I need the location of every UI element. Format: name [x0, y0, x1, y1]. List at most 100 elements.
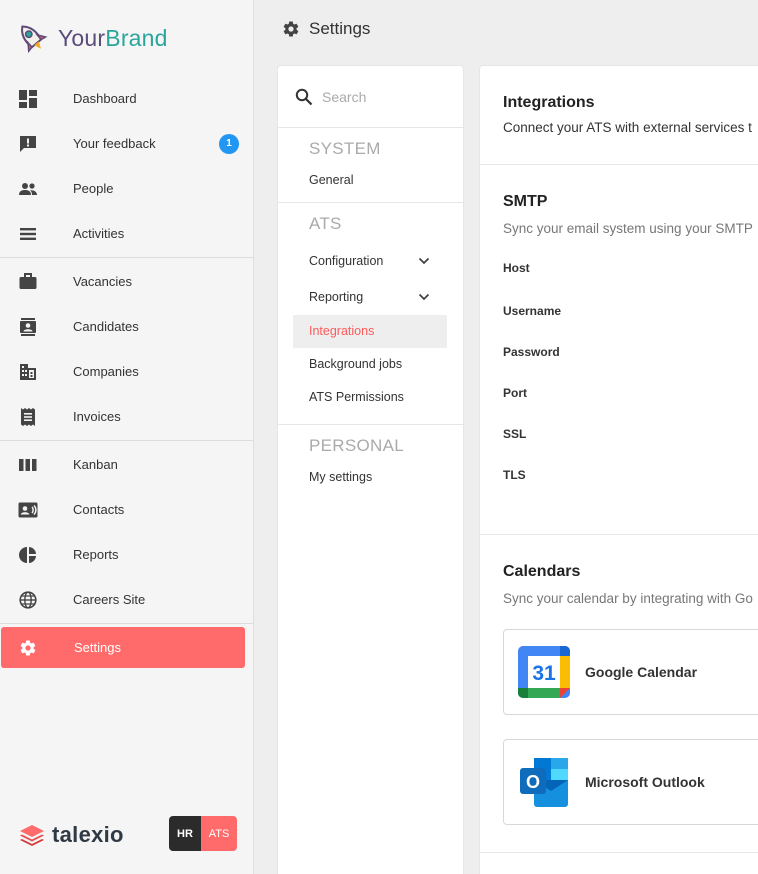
- settings-search: [278, 66, 463, 128]
- menu-link-general[interactable]: General: [278, 168, 463, 192]
- product-switcher[interactable]: HR ATS: [169, 816, 237, 851]
- nav-label-invoices: Invoices: [73, 409, 121, 424]
- page-header: Settings: [254, 0, 758, 58]
- people-icon: [18, 179, 38, 199]
- nav-label-candidates: Candidates: [73, 319, 139, 334]
- menu-link-reporting[interactable]: Reporting: [278, 279, 463, 315]
- brand-name: YourBrand: [58, 25, 168, 52]
- smtp-field-username: Username: [503, 304, 562, 318]
- nav-label-careers: Careers Site: [73, 592, 146, 607]
- nav-item-settings[interactable]: Settings: [1, 627, 245, 668]
- menu-link-ats-permissions[interactable]: ATS Permissions: [278, 381, 463, 414]
- menu-section-title-personal: PERSONAL: [309, 436, 404, 455]
- nav-item-careers[interactable]: Careers Site: [0, 577, 253, 622]
- google-calendar-name: Google Calendar: [585, 664, 698, 680]
- briefcase-icon: [18, 272, 38, 292]
- menu-link-integrations[interactable]: Integrations: [293, 315, 447, 348]
- nav-item-reports[interactable]: Reports: [0, 532, 253, 577]
- activities-icon: [18, 224, 38, 244]
- gear-icon: [283, 21, 299, 37]
- nav-label-contacts: Contacts: [73, 502, 125, 517]
- nav-label-people: People: [73, 181, 114, 196]
- menu-section-ats: ATS Configuration Reporting Integrations…: [278, 203, 463, 425]
- menu-link-label: Configuration: [309, 254, 384, 268]
- invoice-icon: [18, 407, 38, 427]
- search-input[interactable]: [322, 88, 442, 105]
- integrations-header: Integrations Connect your ATS with exter…: [480, 66, 758, 165]
- search-icon: [295, 88, 313, 105]
- microsoft-outlook-card[interactable]: O Microsoft Outlook: [503, 739, 758, 825]
- integrations-title: Integrations: [503, 94, 595, 111]
- dashboard-icon: [18, 89, 38, 109]
- smtp-field-tls: TLS: [503, 468, 526, 482]
- globe-icon: [18, 590, 38, 610]
- main-nav: Dashboard Your feedback 1 People Activit…: [0, 76, 253, 668]
- smtp-field-password: Password: [503, 345, 560, 359]
- talexio-name: talexio: [52, 822, 124, 847]
- talexio-logo[interactable]: talexio: [18, 822, 124, 848]
- smtp-field-ssl: SSL: [503, 427, 527, 441]
- nav-item-people[interactable]: People: [0, 166, 253, 211]
- nav-label-reports: Reports: [73, 547, 119, 562]
- brand-logo[interactable]: YourBrand: [14, 20, 168, 56]
- brand-name-brand: Brand: [105, 24, 168, 51]
- nav-item-invoices[interactable]: Invoices: [0, 394, 253, 439]
- chevron-down-icon: [418, 293, 430, 301]
- nav-label-activities: Activities: [73, 226, 125, 241]
- nav-item-activities[interactable]: Activities: [0, 211, 253, 256]
- nav-item-contacts[interactable]: Contacts: [0, 487, 253, 532]
- calendars-section: Calendars Sync your calendar by integrat…: [480, 535, 758, 853]
- sidebar: YourBrand Dashboard Your feedback 1 Peop…: [0, 0, 254, 874]
- nav-item-dashboard[interactable]: Dashboard: [0, 76, 253, 121]
- smtp-fields: Host Username Password Port SSL TLS: [503, 246, 758, 496]
- nav-divider: [0, 257, 253, 258]
- menu-link-configuration[interactable]: Configuration: [278, 243, 463, 279]
- building-icon: [18, 362, 38, 382]
- brand-name-your: Your: [58, 24, 106, 51]
- calendars-description: Sync your calendar by integrating with G…: [503, 591, 753, 606]
- menu-section-title-ats: ATS: [309, 214, 342, 233]
- nav-item-vacancies[interactable]: Vacancies: [0, 259, 253, 304]
- menu-link-label: Reporting: [309, 290, 364, 304]
- nav-label-settings: Settings: [74, 640, 121, 655]
- nav-label-feedback: Your feedback: [73, 136, 156, 151]
- google-calendar-icon: 31: [518, 646, 570, 698]
- outlook-letter: O: [526, 772, 540, 792]
- pie-chart-icon: [18, 545, 38, 565]
- feedback-count-badge: 1: [219, 133, 239, 154]
- menu-section-title-system: SYSTEM: [309, 139, 381, 158]
- menu-section-system: SYSTEM General: [278, 128, 463, 203]
- nav-divider: [0, 440, 253, 441]
- nav-item-candidates[interactable]: Candidates: [0, 304, 253, 349]
- nav-label-dashboard: Dashboard: [73, 91, 137, 106]
- gear-icon: [18, 638, 38, 658]
- nav-label-vacancies: Vacancies: [73, 274, 133, 289]
- product-hr[interactable]: HR: [169, 816, 201, 851]
- google-calendar-card[interactable]: 31 Google Calendar: [503, 629, 758, 715]
- chevron-down-icon: [418, 257, 430, 265]
- talexio-layers-icon: [20, 825, 44, 846]
- menu-link-background-jobs[interactable]: Background jobs: [278, 348, 463, 381]
- nav-label-kanban: Kanban: [73, 457, 118, 472]
- product-ats[interactable]: ATS: [201, 816, 237, 851]
- calendars-title: Calendars: [503, 563, 581, 580]
- nav-item-companies[interactable]: Companies: [0, 349, 253, 394]
- menu-link-my-settings[interactable]: My settings: [278, 465, 463, 489]
- settings-menu: SYSTEM General ATS Configuration Reporti…: [277, 65, 464, 874]
- nav-label-companies: Companies: [73, 364, 139, 379]
- smtp-field-port: Port: [503, 386, 527, 400]
- integrations-description: Connect your ATS with external services …: [503, 120, 752, 135]
- contact-card-icon: [18, 317, 38, 337]
- nav-item-feedback[interactable]: Your feedback 1: [0, 121, 253, 166]
- smtp-title: SMTP: [503, 193, 548, 210]
- smtp-field-host: Host: [503, 261, 530, 275]
- nav-divider: [0, 623, 253, 624]
- nav-item-kanban[interactable]: Kanban: [0, 442, 253, 487]
- microsoft-outlook-icon: O: [520, 758, 568, 807]
- menu-section-personal: PERSONAL My settings: [278, 425, 463, 499]
- kanban-icon: [18, 455, 38, 475]
- rocket-icon: [21, 25, 48, 54]
- microsoft-outlook-name: Microsoft Outlook: [585, 774, 705, 790]
- smtp-description: Sync your email system using your SMTP: [503, 221, 753, 236]
- id-card-icon: [18, 500, 38, 520]
